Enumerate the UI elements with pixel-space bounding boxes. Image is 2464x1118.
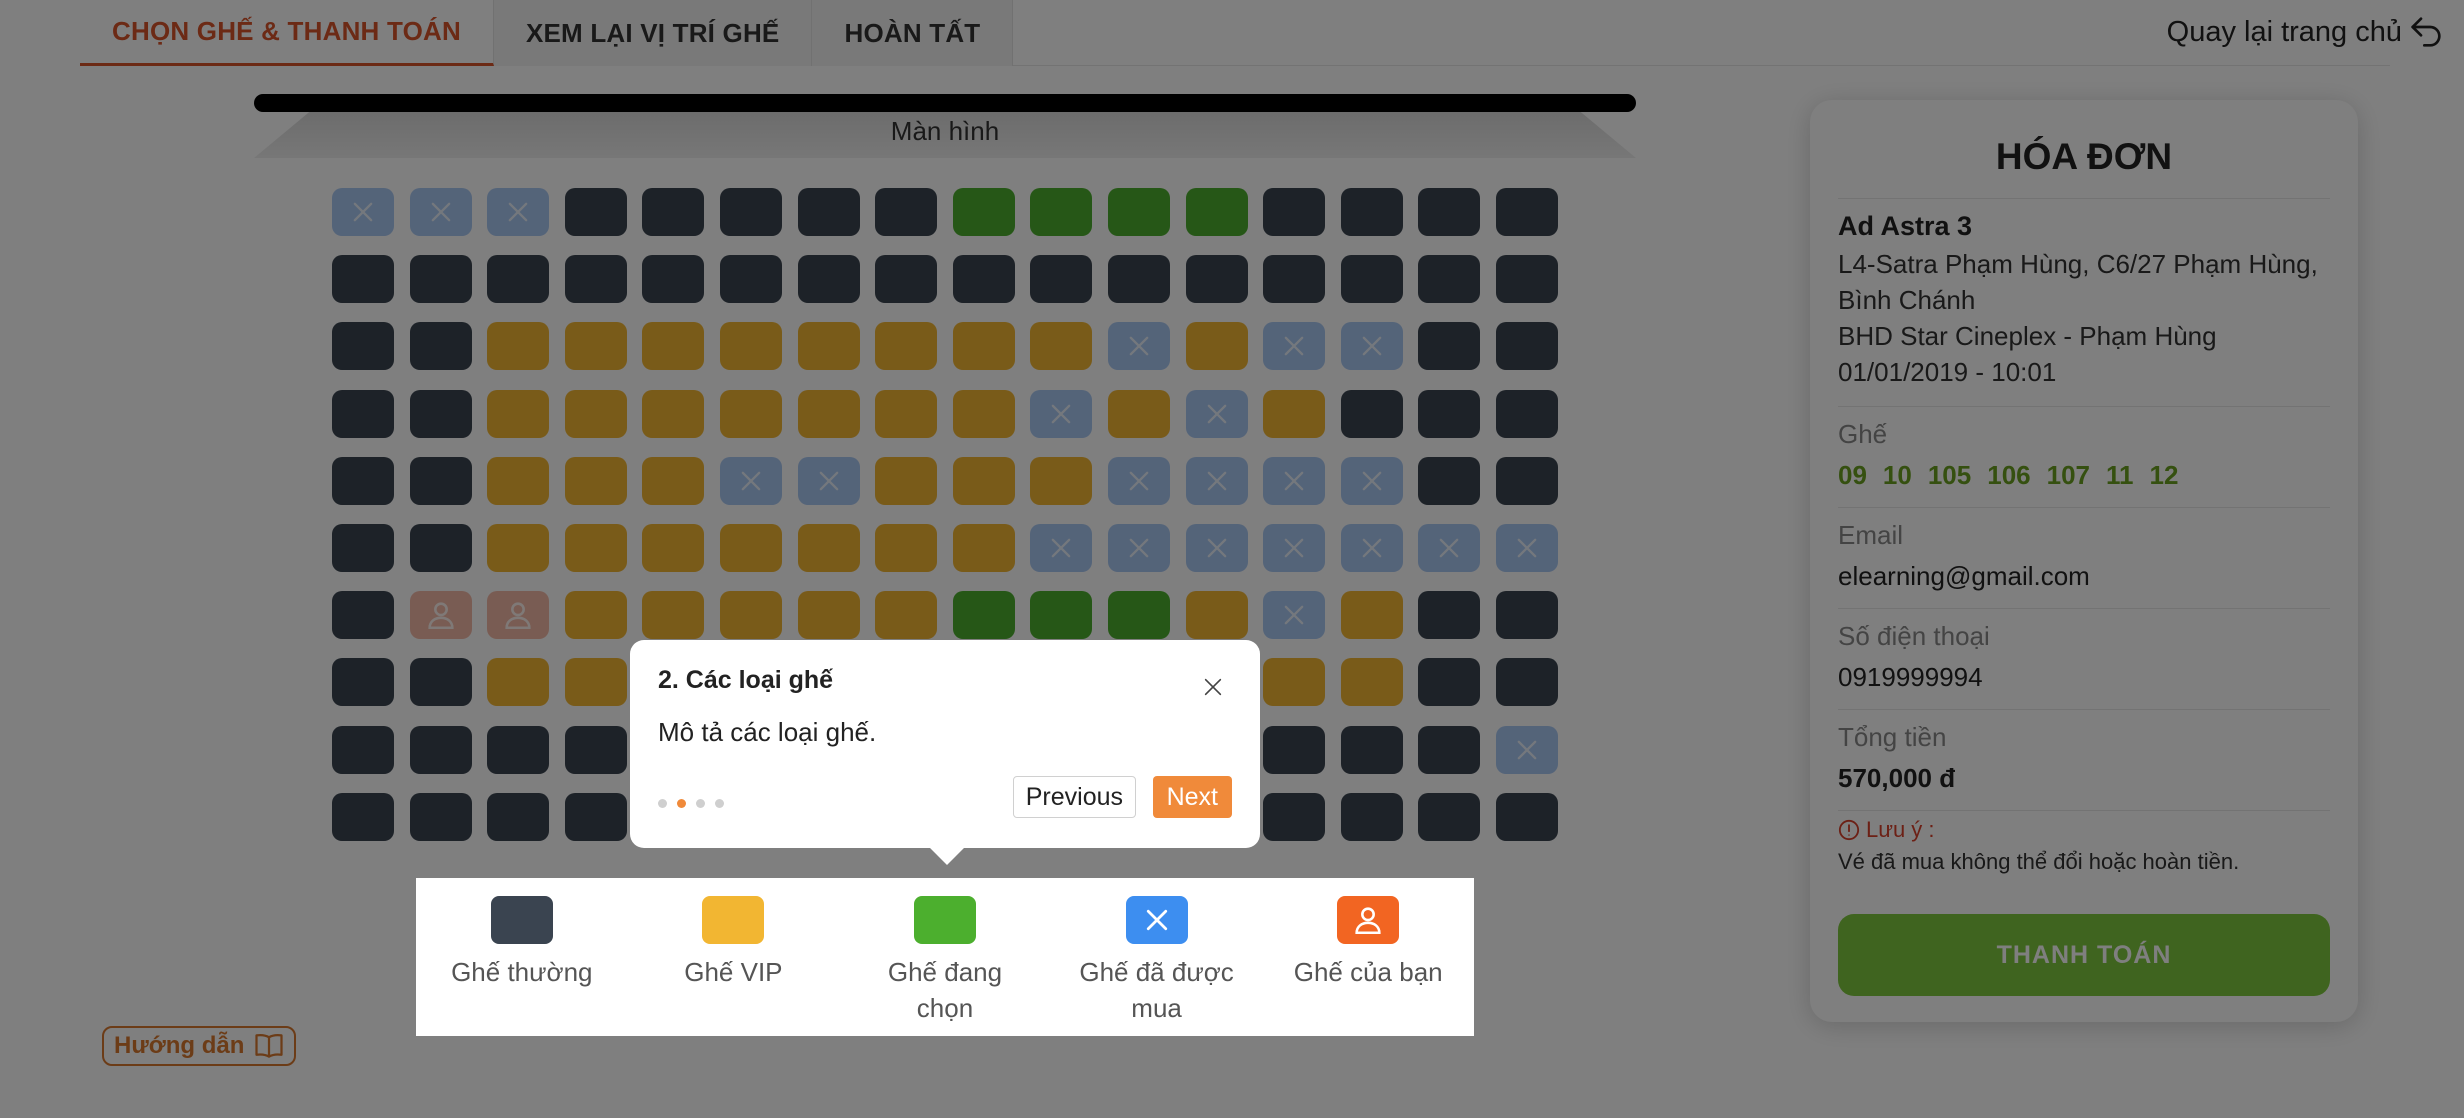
step-dot-active[interactable] <box>677 799 686 808</box>
legend-swatch-vip <box>702 896 765 944</box>
close-icon <box>1146 909 1167 931</box>
legend-swatch-sold <box>1125 896 1188 944</box>
legend-label-sold: Ghế đã được mua <box>1079 957 1234 1023</box>
tour-popover: 2. Các loại ghế Mô tả các loại ghế. Prev… <box>630 640 1260 848</box>
tour-description: Mô tả các loại ghế. <box>658 717 877 747</box>
tour-step-dots <box>658 799 724 808</box>
legend-swatch-normal <box>490 896 553 944</box>
legend-normal: Ghế thường <box>416 878 628 1036</box>
legend-swatch-yours <box>1337 896 1400 944</box>
step-dot[interactable] <box>715 799 724 808</box>
tour-title: 2. Các loại ghế <box>658 666 834 694</box>
tour-overlay-right <box>1474 878 2464 1036</box>
tour-next-button[interactable]: Next <box>1152 776 1232 818</box>
close-icon[interactable] <box>1202 676 1224 698</box>
legend-label-selected: Ghế đang chọn <box>887 957 1003 1023</box>
step-dot[interactable] <box>658 799 667 808</box>
tour-overlay-bottom <box>0 1036 2464 1118</box>
legend-vip: Ghế VIP <box>628 878 840 1036</box>
legend-swatch-selected <box>913 896 976 944</box>
legend-sold: Ghế đã được mua <box>1051 878 1263 1036</box>
tour-previous-button[interactable]: Previous <box>1012 776 1136 818</box>
legend-label-normal: Ghế thường <box>451 957 593 987</box>
legend-label-yours: Ghế của bạn <box>1293 957 1443 987</box>
legend-yours: Ghế của bạn <box>1262 878 1474 1036</box>
legend-selected: Ghế đang chọn <box>839 878 1051 1036</box>
step-dot[interactable] <box>696 799 705 808</box>
user-icon <box>1355 907 1381 935</box>
tour-overlay-left <box>0 878 416 1036</box>
seat-legend: Ghế thường Ghế VIP Ghế đang chọn Ghế đã … <box>416 878 1474 1036</box>
legend-label-vip: Ghế VIP <box>684 957 783 987</box>
